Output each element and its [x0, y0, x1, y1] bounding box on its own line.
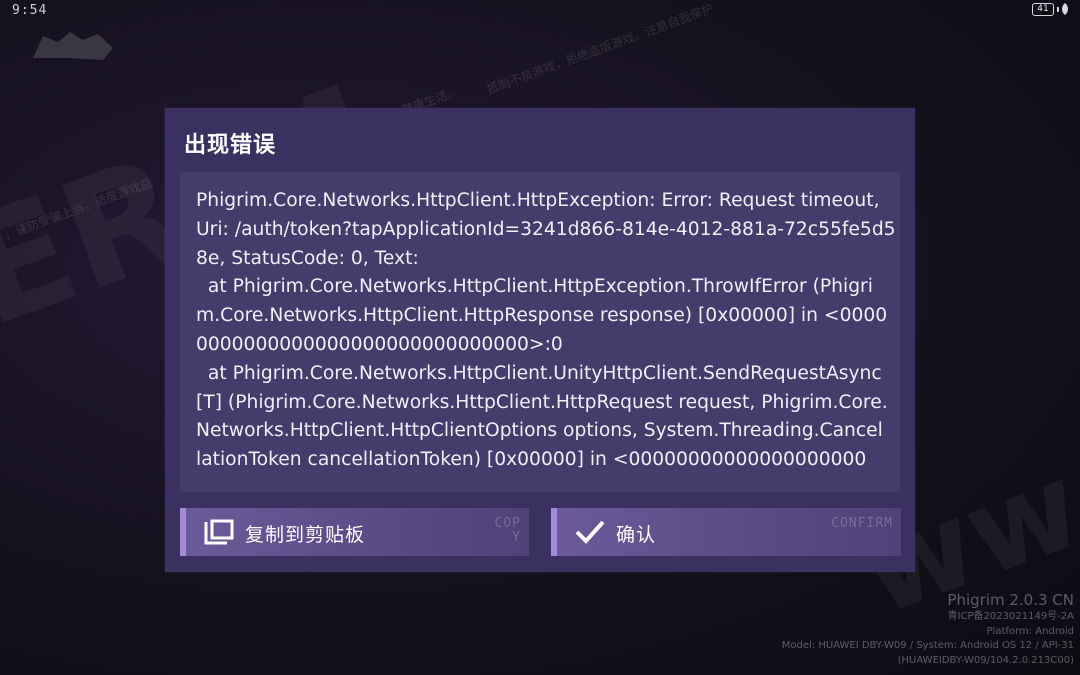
checkmark-icon [575, 520, 605, 544]
error-line: lationToken cancellationToken) [0x00000]… [196, 449, 867, 471]
background-warning-1: 抵制不良游戏，拒绝盗版游戏。注意自我保护 [485, 1, 716, 97]
copy-icon [204, 519, 234, 545]
error-line: [T] (Phigrim.Core.Networks.HttpClient.Ht… [196, 391, 888, 413]
battery-icon: 41 [1032, 3, 1054, 16]
confirm-button-label: 确认 [616, 524, 657, 546]
device-model-info: Model: HUAWEI DBY-W09 / System: Android … [781, 640, 1074, 651]
status-bar-time: 9:54 [12, 3, 48, 18]
error-message-box[interactable]: Phigrim.Core.Networks.HttpClient.HttpExc… [180, 172, 900, 492]
error-line: Phigrim.Core.Networks.HttpClient.HttpExc… [196, 190, 880, 211]
error-line: Networks.HttpClient.HttpClientOptions op… [196, 420, 883, 442]
app-version: Phigrim 2.0.3 CN [947, 591, 1074, 609]
error-line: at Phigrim.Core.Networks.HttpClient.Unit… [196, 362, 882, 384]
error-dialog: 出现错误 Phigrim.Core.Networks.HttpClient.Ht… [165, 108, 915, 572]
leaf-icon [1062, 3, 1068, 15]
error-line: at Phigrim.Core.Networks.HttpClient.Http… [196, 276, 873, 298]
error-line: 8e, StatusCode: 0, Text: [196, 247, 419, 269]
dialog-title: 出现错误 [184, 133, 277, 158]
copy-to-clipboard-button[interactable]: 复制到剪贴板 COPY [180, 508, 529, 556]
error-line: m.Core.Networks.HttpClient.HttpResponse … [196, 305, 888, 327]
confirm-button-deco-text: CONFIRM [831, 516, 893, 531]
icp-number: 青ICP备2023021149号-2A [947, 611, 1074, 622]
build-info: (HUAWEIDBY-W09/104.2.0.213C00) [897, 654, 1074, 666]
platform-info: Platform: Android [986, 625, 1074, 637]
battery-tip [1057, 7, 1059, 12]
error-line: Uri: /auth/token?tapApplicationId=3241d8… [196, 218, 896, 240]
battery-level: 41 [1037, 4, 1049, 14]
confirm-button[interactable]: 确认 CONFIRM [551, 508, 901, 556]
version-info: Phigrim 2.0.3 CN 青ICP备2023021149号-2A Pla… [782, 590, 1074, 668]
game-logo-icon [33, 32, 113, 60]
copy-button-deco-text: COPY [494, 516, 521, 545]
copy-button-label: 复制到剪贴板 [245, 524, 366, 546]
error-line: 0000000000000000000000000000>:0 [196, 333, 563, 355]
